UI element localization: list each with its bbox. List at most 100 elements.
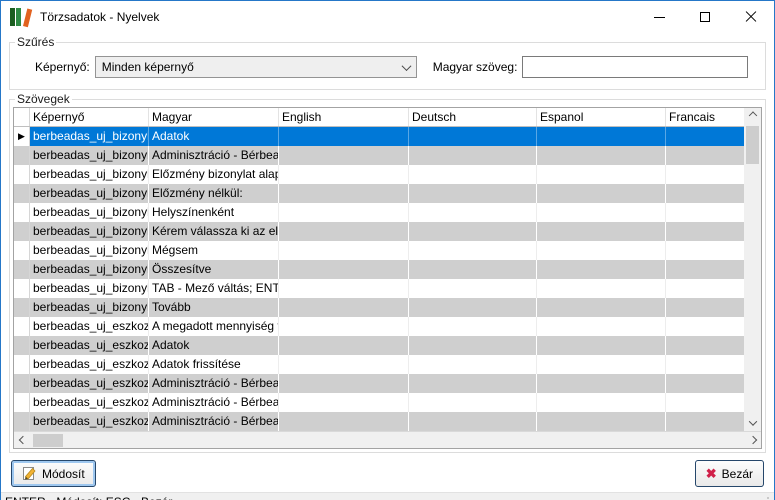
row-gutter-cell <box>14 393 30 412</box>
red-x-icon: ✖ <box>706 467 717 480</box>
table-cell <box>537 222 666 241</box>
horizontal-scrollbar-thumb[interactable] <box>33 434 63 447</box>
screen-combobox[interactable]: Minden képernyő <box>95 56 417 78</box>
table-row[interactable]: berbeadas_uj_bizonylat_gÖsszesítve <box>14 260 744 279</box>
vertical-scrollbar[interactable] <box>744 108 761 431</box>
table-cell: berbeadas_uj_bizonylat_g <box>30 260 149 279</box>
row-gutter-cell <box>14 146 30 165</box>
column-header-képernyő[interactable]: Képernyő <box>30 108 149 126</box>
table-cell <box>666 203 744 222</box>
table-cell: berbeadas_uj_bizonylat_g <box>30 298 149 317</box>
table-cell <box>279 412 409 431</box>
table-cell: berbeadas_uj_bizonylat_g <box>30 222 149 241</box>
table-row[interactable]: berbeadas_uj_eszkozFormAdatok frissítése <box>14 355 744 374</box>
table-cell <box>537 184 666 203</box>
table-cell <box>666 317 744 336</box>
magyar-szoveg-input[interactable] <box>522 56 748 78</box>
modosit-button-label: Módosít <box>42 467 85 481</box>
table-cell <box>279 317 409 336</box>
table-cell: Adatok <box>149 336 279 355</box>
scroll-left-button[interactable] <box>14 432 31 449</box>
table-row[interactable]: berbeadas_uj_eszkozFormAdatok <box>14 336 744 355</box>
table-cell <box>537 412 666 431</box>
app-books-icon <box>10 7 32 27</box>
table-row[interactable]: berbeadas_uj_eszkozFormAdminisztráció - … <box>14 412 744 431</box>
table-cell <box>666 184 744 203</box>
row-gutter-cell <box>14 355 30 374</box>
table-cell <box>537 374 666 393</box>
table-row[interactable]: berbeadas_uj_bizonylat_gTAB - Mező váltá… <box>14 279 744 298</box>
chevron-down-icon <box>401 61 411 71</box>
table-cell: Adminisztráció - Bérbeadás <box>149 412 279 431</box>
table-cell <box>666 355 744 374</box>
table-row[interactable]: berbeadas_uj_bizonylat_gMégsem <box>14 241 744 260</box>
table-cell <box>537 336 666 355</box>
column-header-francais[interactable]: Francais <box>666 108 744 126</box>
table-cell: berbeadas_uj_bizonylat_g <box>30 184 149 203</box>
minimize-icon <box>654 17 665 18</box>
table-cell: Kérem válassza ki az előzm <box>149 222 279 241</box>
row-gutter-cell <box>14 298 30 317</box>
close-window-button[interactable] <box>728 1 774 33</box>
table-row[interactable]: berbeadas_uj_bizonylat_gTovább <box>14 298 744 317</box>
table-row[interactable]: berbeadas_uj_eszkozFormA megadott mennyi… <box>14 317 744 336</box>
row-gutter-cell <box>14 222 30 241</box>
table-row[interactable]: berbeadas_uj_bizonylat_gElőzmény nélkül: <box>14 184 744 203</box>
table-cell <box>537 241 666 260</box>
close-icon <box>745 11 757 23</box>
table-cell <box>279 222 409 241</box>
magyar-szoveg-label: Magyar szöveg: <box>433 60 518 74</box>
column-header-deutsch[interactable]: Deutsch <box>409 108 537 126</box>
table-cell: berbeadas_uj_eszkozForm <box>30 355 149 374</box>
table-header-row: KépernyőMagyarEnglishDeutschEspanolFranc… <box>14 108 744 127</box>
table-cell: berbeadas_uj_bizonylat_g <box>30 146 149 165</box>
bezar-button[interactable]: ✖ Bezár <box>695 460 764 487</box>
table-cell: berbeadas_uj_bizonylat_g <box>30 241 149 260</box>
column-header-magyar[interactable]: Magyar <box>149 108 279 126</box>
table-cell <box>537 203 666 222</box>
table-row[interactable]: berbeadas_uj_bizonylat_gKérem válassza k… <box>14 222 744 241</box>
table-cell <box>666 127 744 146</box>
column-header-english[interactable]: English <box>279 108 409 126</box>
chevron-left-icon <box>18 436 26 444</box>
table-cell <box>537 317 666 336</box>
table-cell <box>666 165 744 184</box>
status-text: ENTER - Módosít; ESC - Bezár <box>5 495 759 500</box>
row-gutter-cell <box>14 165 30 184</box>
chevron-up-icon <box>748 111 756 119</box>
row-gutter-cell: ▶ <box>14 127 30 146</box>
row-gutter-cell <box>14 260 30 279</box>
table-cell <box>279 279 409 298</box>
table-cell <box>666 146 744 165</box>
table-row[interactable]: berbeadas_uj_bizonylat_gElőzmény bizonyl… <box>14 165 744 184</box>
minimize-button[interactable] <box>636 1 682 33</box>
table-cell <box>666 374 744 393</box>
maximize-button[interactable] <box>682 1 728 33</box>
table-cell <box>279 165 409 184</box>
table-cell: berbeadas_uj_bizonylat_g <box>30 279 149 298</box>
table-cell: TAB - Mező váltás; ENTER <box>149 279 279 298</box>
table-cell <box>537 393 666 412</box>
modosit-button[interactable]: Módosít <box>11 460 96 487</box>
column-header-espanol[interactable]: Espanol <box>537 108 666 126</box>
scroll-down-button[interactable] <box>744 414 761 431</box>
row-gutter-cell <box>14 279 30 298</box>
table-row[interactable]: berbeadas_uj_eszkozFormAdminisztráció - … <box>14 393 744 412</box>
vertical-scrollbar-thumb[interactable] <box>746 126 759 164</box>
table-cell <box>279 260 409 279</box>
scroll-right-button[interactable] <box>744 432 761 449</box>
table-cell <box>666 298 744 317</box>
table-row[interactable]: berbeadas_uj_bizonylat_gAdminisztráció -… <box>14 146 744 165</box>
table-row[interactable]: berbeadas_uj_bizonylat_gHelyszínenként <box>14 203 744 222</box>
table-cell <box>409 298 537 317</box>
screen-label: Képernyő: <box>35 60 90 74</box>
table-row[interactable]: ▶berbeadas_uj_bizonylat_gAdatok <box>14 127 744 146</box>
table-row[interactable]: berbeadas_uj_eszkozFormAdminisztráció - … <box>14 374 744 393</box>
table-cell <box>279 241 409 260</box>
table-cell <box>666 393 744 412</box>
table-cell <box>666 412 744 431</box>
row-gutter-cell <box>14 184 30 203</box>
table-cell <box>537 355 666 374</box>
scroll-up-button[interactable] <box>744 108 761 125</box>
horizontal-scrollbar[interactable] <box>14 431 761 448</box>
